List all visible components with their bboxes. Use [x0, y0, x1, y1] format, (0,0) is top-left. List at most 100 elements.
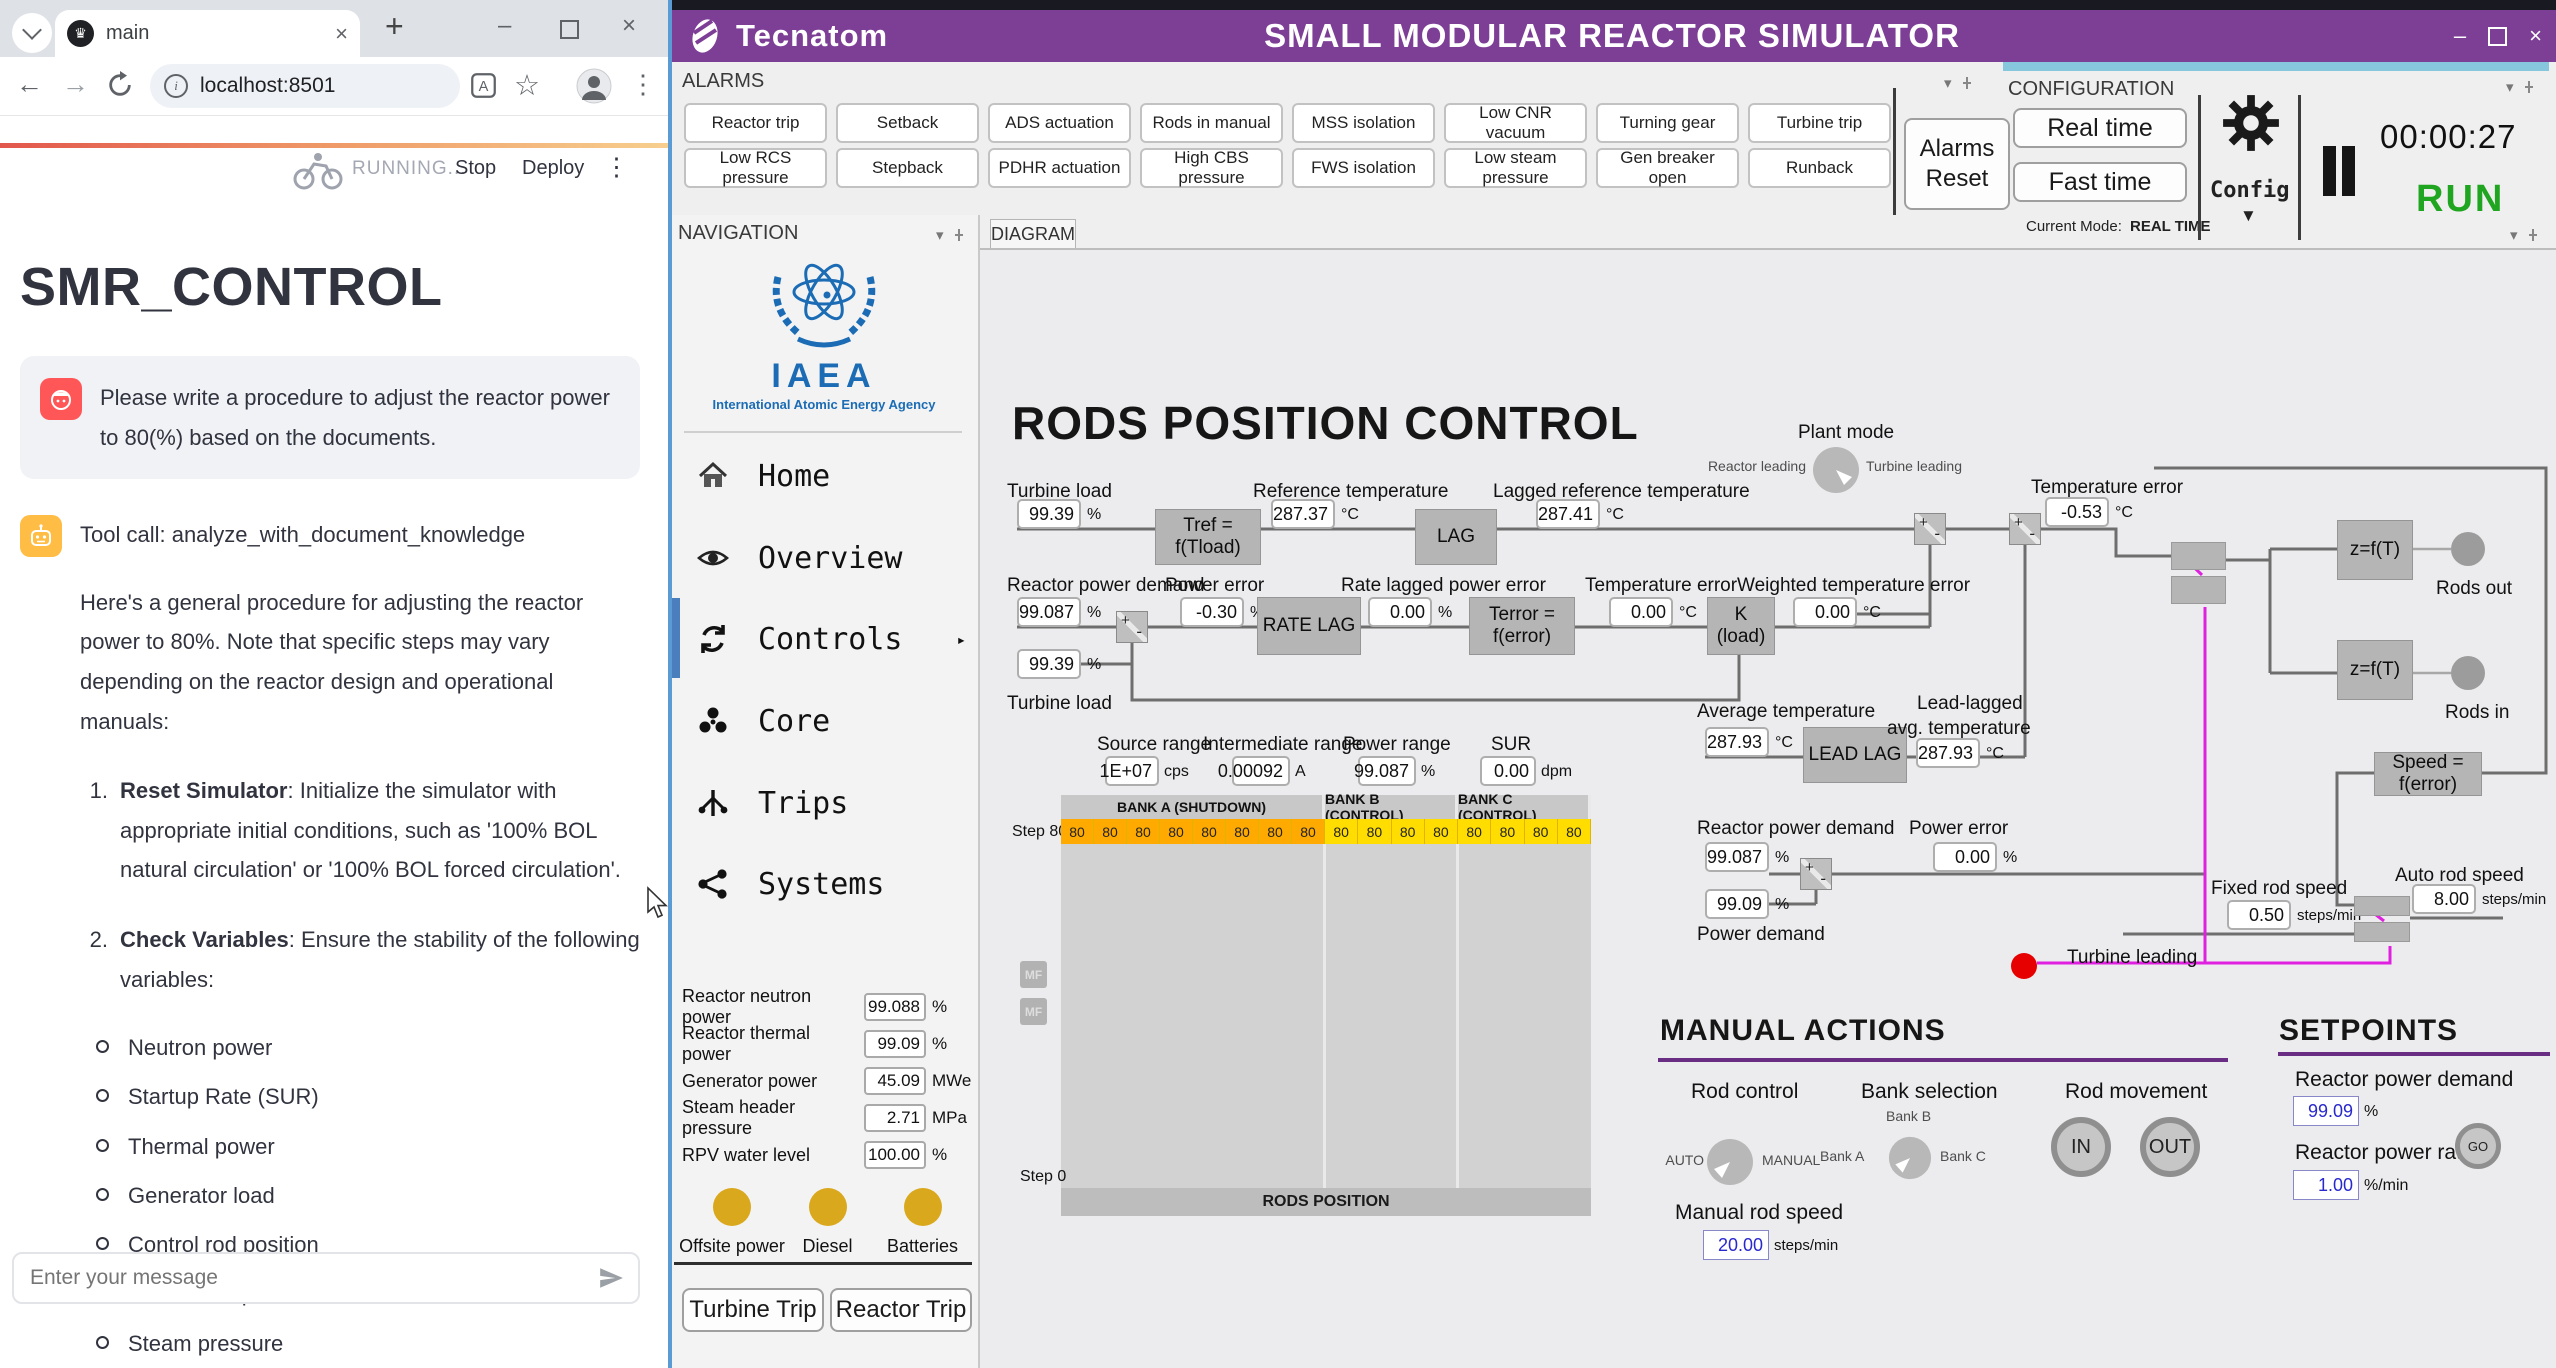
sur-value: 0.00 — [1480, 756, 1536, 786]
reactor-trip-button[interactable]: Reactor Trip — [830, 1288, 972, 1332]
manual-rod-speed-input[interactable]: 20.00 — [1703, 1230, 1769, 1260]
setpoint-rate-input[interactable]: 1.00 — [2293, 1170, 2359, 1200]
alarm-button[interactable]: Turning gear — [1596, 103, 1739, 143]
sidebar-item-overview[interactable]: Overview — [668, 534, 980, 582]
alarm-button[interactable]: MSS isolation — [1292, 103, 1435, 143]
field-label: Lagged reference temperature — [1493, 481, 1750, 503]
setpoint-demand-input[interactable]: 99.09 — [2293, 1096, 2359, 1126]
navigation-panel-icons: ▾ — [936, 226, 966, 244]
sim-window-left-edge — [668, 0, 672, 1368]
sum-junction: +- — [1914, 513, 1946, 545]
plant-mode-knob[interactable] — [1812, 446, 1860, 494]
step-bottom-label: Step 0 — [1020, 1168, 1066, 1186]
rod-in-button[interactable]: IN — [2051, 1117, 2111, 1177]
deploy-button[interactable]: Deploy — [522, 157, 584, 180]
alarm-button[interactable]: Low CNR vacuum — [1444, 103, 1587, 143]
field-label: Intermediate range — [1203, 734, 1363, 756]
sum-junction: +- — [1116, 611, 1148, 643]
chevron-down-icon[interactable]: ▾ — [936, 226, 944, 244]
pin-icon[interactable] — [2522, 80, 2536, 94]
chevron-down-icon[interactable]: ▾ — [2510, 226, 2518, 244]
metric-value: 100.00 — [864, 1141, 926, 1169]
config-dropdown-arrow-icon[interactable]: ▼ — [2240, 206, 2257, 226]
forward-icon[interactable]: → — [62, 69, 89, 100]
pause-button[interactable] — [2323, 146, 2336, 196]
fast-time-button[interactable]: Fast time — [2013, 162, 2187, 202]
submenu-arrow-icon: ▸ — [957, 630, 967, 649]
browser-menu-kebab-icon[interactable]: ⋮ — [630, 69, 656, 100]
sidebar-item-core[interactable]: Core — [668, 697, 980, 745]
bank-a-cells: 8080808080808080 — [1061, 819, 1325, 844]
pin-icon[interactable] — [2526, 228, 2540, 242]
sim-minimize-button[interactable]: – — [2454, 23, 2466, 49]
browser-tab-main[interactable]: ♛ main × — [55, 10, 360, 57]
alarm-button[interactable]: Low RCS pressure — [684, 148, 827, 188]
stop-button[interactable]: Stop — [455, 157, 496, 180]
browser-close-button[interactable]: × — [622, 12, 636, 40]
alarm-button[interactable]: FWS isolation — [1292, 148, 1435, 188]
site-info-icon[interactable]: i — [164, 74, 188, 98]
tab-close-icon[interactable]: × — [335, 21, 348, 47]
send-icon[interactable] — [598, 1265, 624, 1291]
rod-position-cell: 80 — [1525, 819, 1558, 844]
sim-maximize-button[interactable] — [2488, 27, 2507, 46]
alarm-button[interactable]: High CBS pressure — [1140, 148, 1283, 188]
alarm-button[interactable]: Runback — [1748, 148, 1891, 188]
alarm-button[interactable]: Low steam pressure — [1444, 148, 1587, 188]
browser-maximize-button[interactable] — [560, 20, 579, 39]
alarm-button[interactable]: Rods in manual — [1140, 103, 1283, 143]
new-tab-button[interactable]: + — [385, 8, 404, 45]
sim-close-button[interactable]: × — [2529, 23, 2542, 49]
alarm-button[interactable]: PDHR actuation — [988, 148, 1131, 188]
go-button[interactable]: GO — [2455, 1123, 2501, 1169]
gear-icon[interactable] — [2220, 92, 2282, 154]
sidebar-item-trips[interactable]: Trips — [668, 779, 980, 827]
back-icon[interactable]: ← — [16, 69, 43, 100]
rod-out-button[interactable]: OUT — [2140, 1117, 2200, 1177]
tab-strip: ♛ main × + – × — [0, 0, 668, 57]
browser-window: ♛ main × + – × ← → i localhost:8501 A — [0, 0, 668, 1368]
profile-avatar[interactable] — [576, 68, 612, 104]
diagram-panel-icons: ▾ — [2510, 226, 2540, 244]
translate-icon[interactable]: A — [470, 72, 497, 99]
pin-icon[interactable] — [952, 228, 966, 242]
url-bar[interactable]: i localhost:8501 — [150, 64, 460, 108]
block-z-top: z=f(T) — [2337, 520, 2413, 580]
divider — [1658, 1058, 2228, 1062]
alarm-button[interactable]: Reactor trip — [684, 103, 827, 143]
bank-selection-knob[interactable] — [1888, 1136, 1932, 1180]
tecnatom-brand: Tecnatom — [686, 17, 888, 55]
sidebar-item-controls[interactable]: Controls ▸ — [668, 615, 980, 663]
sidebar-item-home[interactable]: Home — [668, 452, 980, 500]
divider — [1893, 88, 1896, 215]
alarm-button[interactable]: Setback — [836, 103, 979, 143]
reload-icon[interactable] — [106, 71, 134, 99]
bookmark-star-icon[interactable]: ☆ — [514, 68, 540, 103]
status-indicator-dot — [904, 1188, 942, 1226]
config-menu-button[interactable]: Config — [2210, 178, 2289, 203]
real-time-button[interactable]: Real time — [2013, 108, 2187, 148]
field-label: Average temperature — [1697, 701, 1875, 723]
chevron-down-icon[interactable]: ▾ — [2506, 78, 2514, 96]
alarms-reset-button[interactable]: Alarms Reset — [1904, 118, 2010, 210]
browser-minimize-button[interactable]: – — [498, 12, 511, 40]
chevron-down-icon[interactable]: ▾ — [1944, 74, 1952, 92]
tecnatom-brand-text: Tecnatom — [736, 18, 888, 54]
app-menu-kebab-icon[interactable]: ⋮ — [604, 152, 629, 182]
metric-value: 99.09 — [864, 1030, 926, 1058]
turbine-trip-button[interactable]: Turbine Trip — [682, 1288, 824, 1332]
reactor-power-demand-value: 99.087 — [1017, 597, 1081, 627]
divider — [684, 431, 962, 433]
list-item: Generator load — [80, 1177, 640, 1215]
alarm-button[interactable]: Gen breaker open — [1596, 148, 1739, 188]
tab-search-chevron-button[interactable] — [12, 13, 52, 53]
tab-diagram[interactable]: DIAGRAM — [990, 219, 1076, 249]
pin-icon[interactable] — [1960, 76, 1974, 90]
alarm-button[interactable]: Turbine trip — [1748, 103, 1891, 143]
chat-input[interactable] — [28, 1265, 598, 1291]
rod-control-knob[interactable] — [1706, 1138, 1754, 1186]
alarm-button[interactable]: Stepback — [836, 148, 979, 188]
pause-button[interactable] — [2342, 146, 2355, 196]
sidebar-item-systems[interactable]: Systems — [668, 860, 980, 908]
alarm-button[interactable]: ADS actuation — [988, 103, 1131, 143]
